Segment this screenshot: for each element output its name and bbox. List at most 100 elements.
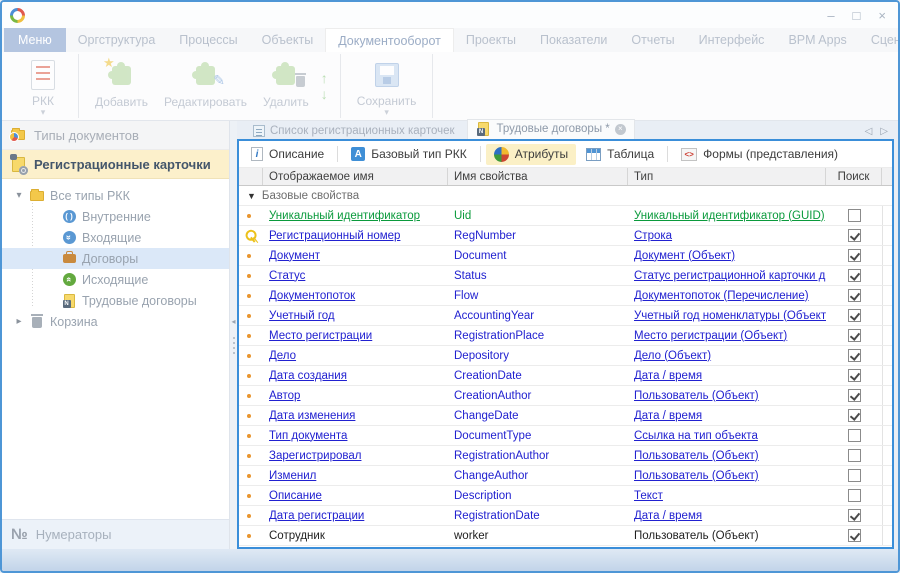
collapse-sidebar-icon[interactable]: ◂ (231, 317, 235, 326)
table-row[interactable]: Описание Description Текст (239, 486, 892, 506)
display-name-cell[interactable]: Зарегистрировал (263, 446, 448, 465)
tab-forms[interactable]: <> Формы (представления) (673, 144, 846, 164)
maximize-button[interactable]: □ (853, 9, 861, 22)
search-checkbox[interactable] (848, 329, 861, 342)
tab-scroll-right-icon[interactable]: ▷ (880, 126, 888, 137)
tree-item[interactable]: ▸ Корзина (2, 311, 229, 332)
tab-labor-contracts[interactable]: Трудовые договоры * × (467, 119, 635, 139)
display-name-cell[interactable]: Дата изменения (263, 406, 448, 425)
ribbon-tab[interactable]: Проекты (454, 28, 528, 52)
table-row[interactable]: Дата регистрации RegistrationDate Дата /… (239, 506, 892, 526)
property-name-cell[interactable]: worker (448, 526, 628, 545)
property-name-cell[interactable]: DocumentType (448, 426, 628, 445)
property-name-cell[interactable]: AccountingYear (448, 306, 628, 325)
edit-button[interactable]: ✎ Редактировать (156, 54, 255, 118)
tree-item[interactable]: ▾ Все типы РКК (2, 185, 229, 206)
search-checkbox[interactable] (848, 229, 861, 242)
rkk-button[interactable]: РКК ▾ (16, 54, 70, 118)
display-name-cell[interactable]: Регистрационный номер (263, 226, 448, 245)
tab-table[interactable]: Таблица (578, 144, 662, 164)
tab-attributes[interactable]: Атрибуты (486, 144, 576, 165)
ribbon-tab[interactable]: Интерфейс (687, 28, 777, 52)
delete-button[interactable]: Удалить (255, 54, 317, 118)
table-row[interactable]: Изменил ChangeAuthor Пользователь (Объек… (239, 466, 892, 486)
display-name-cell[interactable]: Документопоток (263, 286, 448, 305)
ribbon-tab[interactable]: Отчеты (619, 28, 686, 52)
search-checkbox[interactable] (848, 509, 861, 522)
type-cell[interactable]: Текст (628, 486, 826, 505)
property-name-cell[interactable]: Depository (448, 346, 628, 365)
search-checkbox[interactable] (848, 289, 861, 302)
type-cell[interactable]: Ссылка на тип объекта (628, 426, 826, 445)
sidebar-item-registration-cards[interactable]: Регистрационные карточки (2, 150, 229, 179)
display-name-cell[interactable]: Описание (263, 486, 448, 505)
table-row[interactable]: Место регистрации RegistrationPlace Мест… (239, 326, 892, 346)
table-row[interactable]: Зарегистрировал RegistrationAuthor Польз… (239, 446, 892, 466)
property-name-cell[interactable]: Document (448, 246, 628, 265)
sidebar-splitter[interactable]: ◂ (230, 121, 237, 549)
type-cell[interactable]: Уникальный идентификатор (GUID) (628, 206, 826, 225)
search-checkbox[interactable] (848, 449, 861, 462)
display-name-cell[interactable]: Уникальный идентификатор (263, 206, 448, 225)
search-checkbox[interactable] (848, 269, 861, 282)
tree-item[interactable]: Договоры (2, 248, 229, 269)
type-cell[interactable]: Дата / время (628, 406, 826, 425)
sidebar-item-numerators[interactable]: № Нумераторы (2, 519, 229, 549)
ribbon-tab[interactable]: BPM Apps (776, 28, 858, 52)
display-name-cell[interactable]: Тип документа (263, 426, 448, 445)
menu-button[interactable]: Меню (4, 28, 66, 52)
tree-expander-icon[interactable]: ▸ (14, 316, 24, 327)
type-cell[interactable]: Документопоток (Перечисление) (628, 286, 826, 305)
table-row[interactable]: Сотрудник worker Пользователь (Объект) (239, 526, 892, 546)
search-checkbox[interactable] (848, 429, 861, 442)
ribbon-tab[interactable]: Оргструктура (66, 28, 167, 52)
display-name-cell[interactable]: Изменил (263, 466, 448, 485)
search-checkbox[interactable] (848, 349, 861, 362)
ribbon-tab[interactable]: Процессы (167, 28, 249, 52)
collapse-group-icon[interactable]: ▼ (247, 191, 256, 201)
property-name-cell[interactable]: ChangeDate (448, 406, 628, 425)
tab-scroll-left-icon[interactable]: ◁ (865, 126, 873, 137)
table-row[interactable]: Учетный год AccountingYear Учетный год н… (239, 306, 892, 326)
close-button[interactable]: × (878, 9, 886, 22)
tree-item[interactable]: Трудовые договоры (2, 290, 229, 311)
table-row[interactable]: Тип документа DocumentType Ссылка на тип… (239, 426, 892, 446)
type-cell[interactable]: Место регистрации (Объект) (628, 326, 826, 345)
property-name-cell[interactable]: RegistrationAuthor (448, 446, 628, 465)
search-checkbox[interactable] (848, 469, 861, 482)
header-search[interactable]: Поиск (826, 168, 882, 185)
property-name-cell[interactable]: Status (448, 266, 628, 285)
display-name-cell[interactable]: Дата регистрации (263, 506, 448, 525)
display-name-cell[interactable]: Сотрудник (263, 526, 448, 545)
tree-item[interactable]: » Входящие (2, 227, 229, 248)
type-cell[interactable]: Документ (Объект) (628, 246, 826, 265)
ribbon-tab[interactable]: Сценарии (859, 28, 900, 52)
header-property-name[interactable]: Имя свойства (448, 168, 628, 185)
table-row[interactable]: Дата создания CreationDate Дата / время (239, 366, 892, 386)
search-checkbox[interactable] (848, 209, 861, 222)
tree-item[interactable]: ( ) Внутренние (2, 206, 229, 227)
property-name-cell[interactable]: ChangeAuthor (448, 466, 628, 485)
display-name-cell[interactable]: Автор (263, 386, 448, 405)
property-name-cell[interactable]: Description (448, 486, 628, 505)
table-row[interactable]: Документопоток Flow Документопоток (Пере… (239, 286, 892, 306)
ribbon-tab[interactable]: Показатели (528, 28, 619, 52)
property-name-cell[interactable]: CreationDate (448, 366, 628, 385)
type-cell[interactable]: Пользователь (Объект) (628, 446, 826, 465)
type-cell[interactable]: Дата / время (628, 506, 826, 525)
add-button[interactable]: ★ Добавить (87, 54, 156, 118)
property-name-cell[interactable]: RegNumber (448, 226, 628, 245)
table-row[interactable]: Регистрационный номер RegNumber Строка (239, 226, 892, 246)
table-row[interactable]: Дело Depository Дело (Объект) (239, 346, 892, 366)
display-name-cell[interactable]: Место регистрации (263, 326, 448, 345)
table-row[interactable]: Статус Status Статус регистрационной кар… (239, 266, 892, 286)
type-cell[interactable]: Пользователь (Объект) (628, 386, 826, 405)
type-cell[interactable]: Дело (Объект) (628, 346, 826, 365)
display-name-cell[interactable]: Дата создания (263, 366, 448, 385)
type-cell[interactable]: Дата / время (628, 366, 826, 385)
display-name-cell[interactable]: Учетный год (263, 306, 448, 325)
display-name-cell[interactable]: Дело (263, 346, 448, 365)
property-name-cell[interactable]: Uid (448, 206, 628, 225)
type-cell[interactable]: Статус регистрационной карточки д... (628, 266, 826, 285)
sidebar-item-document-types[interactable]: Типы документов (2, 121, 229, 150)
